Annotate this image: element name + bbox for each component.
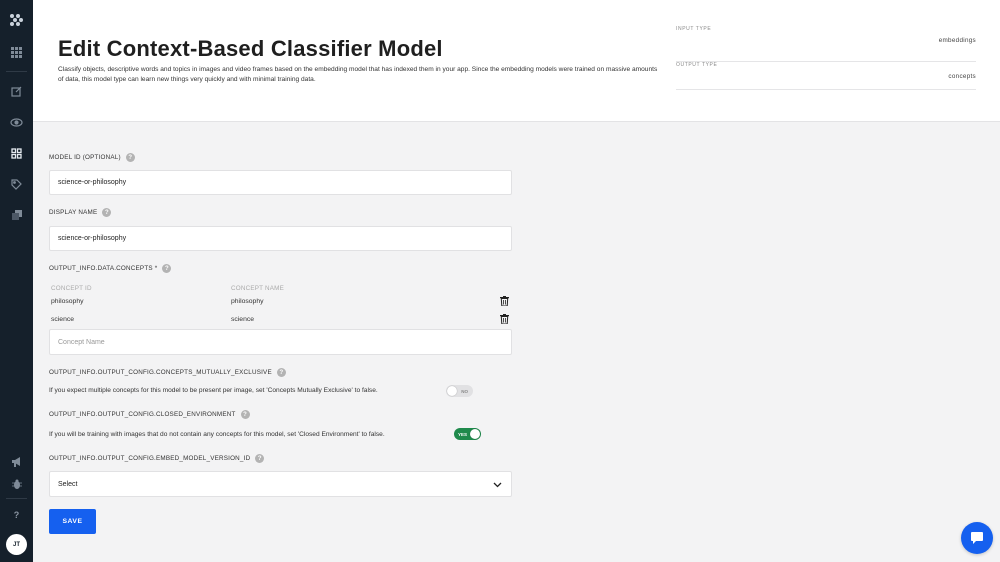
dashboard-icon[interactable] (0, 141, 33, 165)
concepts-label-text: OUTPUT_INFO.DATA.CONCEPTS * (49, 265, 158, 272)
embed-model-label: OUTPUT_INFO.OUTPUT_CONFIG.EMBED_MODEL_VE… (49, 454, 265, 463)
help-icon[interactable]: ? (125, 153, 135, 162)
output-type-block: OUTPUT TYPE concepts (676, 62, 976, 90)
help-icon[interactable]: ? (0, 503, 33, 527)
model-id-input[interactable]: science-or-philosophy (49, 170, 512, 195)
help-label: ? (13, 510, 20, 520)
sidebar-divider (6, 71, 27, 72)
help-icon[interactable]: ? (255, 454, 265, 463)
display-name-value: science-or-philosophy (58, 235, 127, 242)
embed-model-select[interactable]: Select (49, 471, 512, 497)
sidebar: ? JT (0, 0, 33, 562)
edit-icon[interactable] (0, 79, 33, 103)
chevron-down-icon (493, 482, 502, 488)
concept-id-column-header: CONCEPT ID (51, 285, 92, 292)
mutually-exclusive-label: OUTPUT_INFO.OUTPUT_CONFIG.CONCEPTS_MUTUA… (49, 368, 286, 377)
help-icon[interactable]: ? (162, 264, 172, 273)
help-icon[interactable]: ? (102, 208, 112, 217)
input-type-value: embeddings (938, 37, 976, 44)
model-id-label-text: MODEL ID (OPTIONAL) (49, 154, 121, 161)
display-name-input[interactable]: science-or-philosophy (49, 226, 512, 251)
closed-environment-label: OUTPUT_INFO.OUTPUT_CONFIG.CLOSED_ENVIRON… (49, 410, 250, 419)
sidebar-divider (6, 498, 27, 499)
concept-name-cell: science (231, 316, 255, 323)
closed-environment-label-text: OUTPUT_INFO.OUTPUT_CONFIG.CLOSED_ENVIRON… (49, 411, 236, 418)
closed-environment-hint: If you will be training with images that… (49, 431, 385, 438)
display-name-label: DISPLAY NAME ? (49, 208, 112, 217)
output-type-value: concepts (948, 73, 976, 80)
tag-icon[interactable] (0, 172, 33, 196)
concept-id-cell: science (51, 316, 75, 323)
page-description: Classify objects, descriptive words and … (58, 66, 658, 83)
model-id-label: MODEL ID (OPTIONAL) ? (49, 153, 135, 162)
closed-environment-toggle[interactable]: YES (454, 428, 481, 440)
apps-grid-icon[interactable] (0, 40, 33, 64)
chat-button[interactable] (961, 522, 993, 554)
model-id-value: science-or-philosophy (58, 179, 127, 186)
embed-model-label-text: OUTPUT_INFO.OUTPUT_CONFIG.EMBED_MODEL_VE… (49, 455, 251, 462)
concept-name-cell: philosophy (231, 298, 264, 305)
toggle-knob (470, 429, 480, 439)
display-name-label-text: DISPLAY NAME (49, 209, 98, 216)
help-icon[interactable]: ? (240, 410, 250, 419)
eye-icon[interactable] (0, 110, 33, 134)
page-header: Edit Context-Based Classifier Model Clas… (33, 0, 1000, 122)
megaphone-icon[interactable] (0, 450, 33, 474)
concept-name-placeholder: Concept Name (58, 338, 105, 346)
chat-icon (971, 532, 983, 544)
concepts-label: OUTPUT_INFO.DATA.CONCEPTS * ? (49, 264, 172, 273)
mutually-exclusive-toggle[interactable]: NO (446, 385, 473, 397)
embed-model-value: Select (58, 480, 78, 488)
page-title: Edit Context-Based Classifier Model (58, 36, 443, 61)
concept-name-input[interactable]: Concept Name (49, 329, 512, 355)
help-icon[interactable]: ? (276, 368, 286, 377)
trash-icon[interactable] (500, 314, 509, 324)
input-type-label: INPUT TYPE (676, 26, 712, 32)
toggle-state-label: YES (458, 431, 468, 437)
save-button[interactable]: SAVE (49, 509, 96, 534)
concept-id-cell: philosophy (51, 298, 84, 305)
avatar[interactable]: JT (6, 534, 27, 555)
bug-icon[interactable] (0, 472, 33, 496)
mutually-exclusive-label-text: OUTPUT_INFO.OUTPUT_CONFIG.CONCEPTS_MUTUA… (49, 369, 272, 376)
output-type-label: OUTPUT TYPE (676, 62, 718, 68)
mutually-exclusive-hint: If you expect multiple concepts for this… (49, 387, 378, 394)
logo-icon[interactable] (0, 8, 33, 32)
copy-icon[interactable] (0, 203, 33, 227)
concept-name-column-header: CONCEPT NAME (231, 285, 285, 292)
input-type-block: INPUT TYPE embeddings (676, 26, 976, 62)
toggle-state-label: NO (461, 388, 468, 394)
trash-icon[interactable] (500, 296, 509, 306)
toggle-knob (447, 386, 457, 396)
